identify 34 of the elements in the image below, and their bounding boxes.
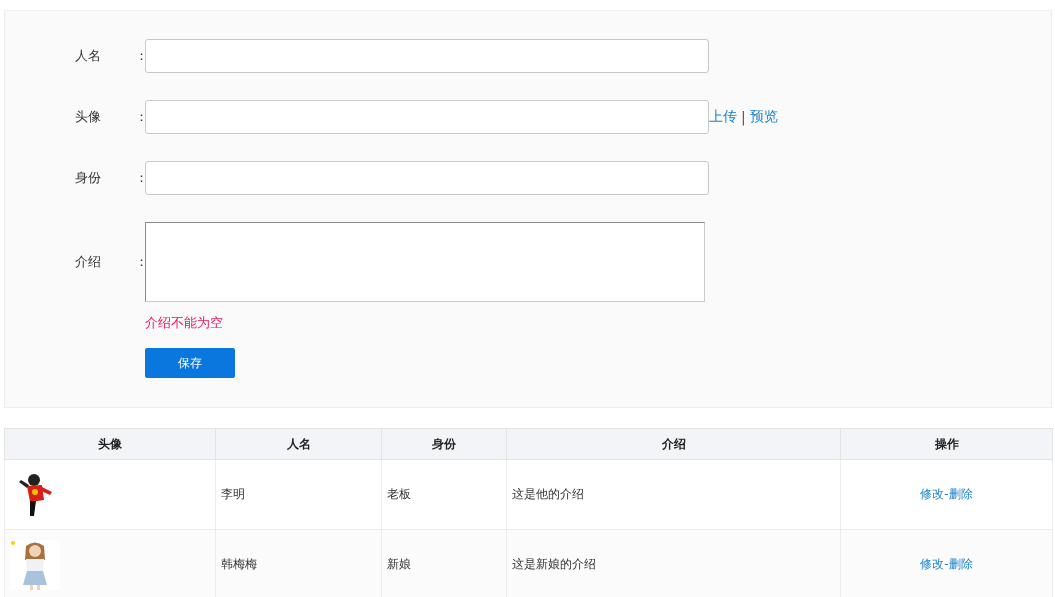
link-separator: |: [741, 109, 746, 125]
error-message: 介绍不能为空: [145, 314, 224, 332]
column-header: 操作: [840, 428, 1053, 460]
table-cell: 老板: [387, 487, 411, 501]
colon: ：: [135, 108, 145, 126]
link-separator: -: [944, 557, 949, 571]
column-header: 身份: [381, 428, 507, 460]
link-separator: -: [944, 487, 949, 501]
table-cell: 这是新娘的介绍: [512, 557, 596, 571]
table-cell: 这是他的介绍: [512, 487, 584, 501]
table-cell: 李明: [221, 487, 245, 501]
field-label: 身份: [75, 169, 102, 187]
field-label: 介绍: [75, 253, 102, 271]
field-label: 人名: [75, 47, 102, 65]
colon: ：: [135, 47, 145, 65]
colon: ：: [135, 169, 145, 187]
delete-link[interactable]: 删除: [948, 487, 973, 501]
link[interactable]: 预览: [749, 108, 778, 126]
input-field[interactable]: [145, 161, 709, 195]
delete-link[interactable]: 删除: [948, 557, 973, 571]
edit-link[interactable]: 修改: [920, 557, 945, 571]
column-header: 介绍: [506, 428, 841, 460]
input-field[interactable]: [145, 100, 709, 134]
column-header: 人名: [215, 428, 382, 460]
input-field[interactable]: [145, 39, 709, 73]
edit-link[interactable]: 修改: [920, 487, 945, 501]
table-cell: 韩梅梅: [221, 557, 257, 571]
column-header: 头像: [4, 428, 216, 460]
table-cell: 新娘: [387, 557, 411, 571]
save-button[interactable]: 保存: [145, 348, 235, 378]
field-label: 头像: [75, 108, 102, 126]
textarea-field[interactable]: [145, 222, 705, 302]
colon: ：: [135, 253, 145, 271]
link[interactable]: 上传: [709, 108, 737, 126]
